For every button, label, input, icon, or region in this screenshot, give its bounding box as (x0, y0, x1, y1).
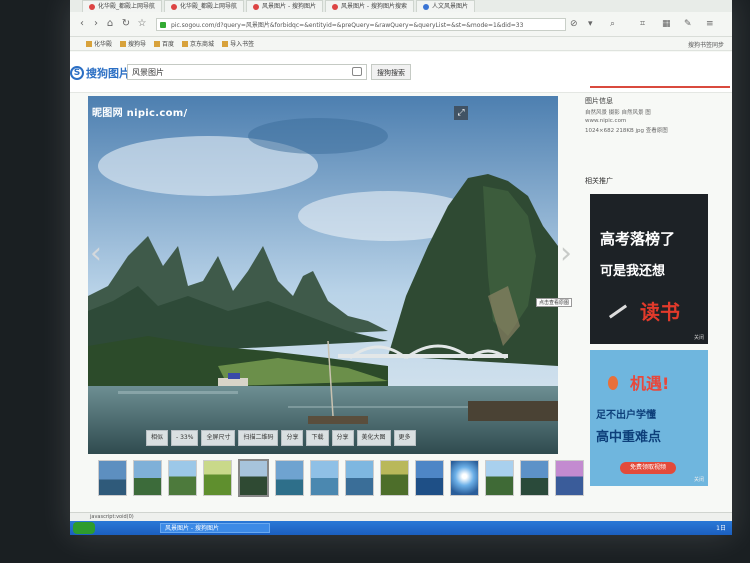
ad1-line1: 高考落榜了 (600, 230, 676, 248)
bookmark-item[interactable]: 化华殿 (86, 39, 112, 48)
taskbar-window-button[interactable]: 风景图片 - 搜狗图片 (160, 523, 270, 533)
address-toolbar: ‹ › ⌂ ↻ ☆ pic.sogou.com/d?query=风景图片&for… (70, 12, 732, 37)
start-button[interactable] (73, 522, 95, 534)
pen-icon (608, 304, 628, 319)
thumbnail[interactable] (415, 460, 444, 496)
thumbnail[interactable] (520, 460, 549, 496)
tab-favicon-icon (423, 4, 429, 10)
folder-icon (182, 40, 189, 47)
forward-icon[interactable]: › (90, 18, 102, 30)
refresh-icon[interactable]: ↻ (120, 18, 132, 30)
more-button[interactable]: 更多 (393, 430, 416, 446)
browser-window: 化华殿_都殿上网导航 化华殿_都殿上网导航 风景图片 - 搜狗图片 风景图片 -… (70, 0, 732, 535)
image-info-title: 图片信息 (585, 97, 613, 105)
home-icon[interactable]: ⌂ (104, 18, 116, 30)
image-action-bar: 相似 - 33% 全屏尺寸 扫描二维码 分享 下载 分享 美化大图 更多 (146, 430, 416, 446)
thumbnail[interactable] (275, 460, 304, 496)
fullscreen-icon[interactable]: ⤢ (454, 106, 468, 120)
thumbnail[interactable] (133, 460, 162, 496)
search-input[interactable]: 风景图片 (127, 64, 367, 80)
favorites-icon[interactable]: ☆ (136, 18, 148, 30)
bookmark-sync-link[interactable]: 搜狗书签同步 (688, 40, 724, 49)
bookmark-item[interactable]: 京东商城 (182, 39, 214, 48)
bookmark-item[interactable]: 搜狗导 (120, 39, 146, 48)
tab-favicon-icon (332, 4, 339, 10)
ad-filter-icon[interactable]: ⊘ (570, 19, 578, 29)
dropdown-icon[interactable]: ▾ (588, 19, 593, 29)
fullsize-button[interactable]: 全屏尺寸 (201, 430, 236, 446)
ad-banner-2[interactable]: 机遇! 足不出户学懂 高中重难点 免费领取视频 关闭 (590, 350, 708, 486)
thumbnail-strip (98, 459, 584, 497)
similar-button[interactable]: 相似 (146, 430, 169, 446)
tools-icon[interactable]: ✎ (684, 19, 692, 29)
folder-icon (222, 40, 229, 47)
taskbar: 风景图片 - 搜狗图片 1日 (70, 521, 732, 535)
folder-icon (86, 40, 92, 47)
search-button[interactable]: 搜狗搜索 (371, 64, 411, 80)
thumbnail[interactable] (450, 460, 479, 496)
ad-close[interactable]: 关闭 (694, 476, 704, 483)
thumbnail[interactable] (168, 460, 197, 496)
ad2-line1: 机遇! (630, 374, 670, 393)
thumbnail[interactable] (310, 460, 339, 496)
tab-favicon-icon (171, 4, 178, 10)
camera-icon[interactable] (352, 67, 362, 76)
watermark-text: 昵图网 nipic.com/ (92, 108, 188, 119)
ad1-line2: 可是我还想 (600, 264, 666, 279)
status-bar: javascript:void(0) (70, 512, 732, 521)
ad2-line2: 足不出户学懂 (596, 410, 656, 421)
right-sidebar: 图片信息 自然风景 摄影 自然风景 图 www.nipic.com 1024×6… (585, 96, 730, 516)
share-button-2[interactable]: 分享 (331, 430, 354, 446)
thumbnail[interactable] (555, 460, 584, 496)
secure-icon (160, 22, 166, 28)
ad2-line3: 高中重难点 (596, 430, 662, 445)
download-button[interactable]: 下载 (306, 430, 329, 446)
sogou-s-icon: S (70, 66, 84, 80)
thumbnail[interactable] (98, 460, 127, 496)
thumbnail-selected[interactable] (238, 459, 269, 497)
zoom-button[interactable]: - 33% (171, 430, 199, 446)
qrcode-button[interactable]: 扫描二维码 (238, 430, 279, 446)
prev-arrow-icon[interactable]: ‹ (90, 236, 102, 271)
search-icon[interactable]: ⌕ (610, 19, 615, 29)
ad1-line3: 读书 (640, 300, 680, 324)
sogou-logo[interactable]: S 搜狗图片 (70, 65, 130, 81)
beautify-button[interactable]: 美化大图 (356, 430, 391, 446)
balloon-icon (608, 376, 618, 390)
taskbar-clock: 1日 (716, 525, 726, 532)
tab-favicon-icon (253, 4, 260, 10)
bookmark-item[interactable]: 导入书签 (222, 39, 254, 48)
logo-text: 搜狗图片 (86, 67, 130, 80)
image-source[interactable]: www.nipic.com (585, 118, 730, 124)
bookmarks-bar: 化华殿 搜狗导 百度 京东商城 导入书签 (70, 37, 732, 51)
view-original-tooltip: 点击查看原图 (536, 298, 573, 307)
thumbnail[interactable] (203, 460, 232, 496)
tab-favicon-icon (89, 4, 95, 10)
thumbnail[interactable] (345, 460, 374, 496)
free-video-button[interactable]: 免费领取视频 (620, 462, 676, 474)
folder-icon (154, 40, 161, 47)
url-text: pic.sogou.com/d?query=风景图片&forbidqc=&ent… (171, 22, 524, 29)
bookmark-item[interactable]: 百度 (154, 39, 174, 48)
landscape-photo (88, 96, 558, 454)
thumbnail[interactable] (380, 460, 409, 496)
image-tags[interactable]: 自然风景 摄影 自然风景 图 (585, 108, 730, 116)
cart-icon[interactable]: ⌗ (640, 19, 645, 29)
tab-underline (590, 86, 730, 88)
main-image[interactable]: 昵图网 nipic.com/ ⤢ ‹ (88, 96, 558, 454)
promo-title: 相关推广 (585, 177, 613, 185)
folder-icon (120, 40, 127, 47)
next-arrow-icon[interactable]: › (560, 236, 572, 271)
tab-strip: 化华殿_都殿上网导航 化华殿_都殿上网导航 风景图片 - 搜狗图片 风景图片 -… (70, 0, 732, 13)
address-input[interactable]: pic.sogou.com/d?query=风景图片&forbidqc=&ent… (156, 18, 566, 31)
image-meta[interactable]: 1024×682 218KB jpg 查看原图 (585, 126, 730, 134)
apps-icon[interactable]: ▦ (662, 19, 671, 29)
ad-close[interactable]: 关闭 (694, 334, 704, 341)
back-icon[interactable]: ‹ (76, 18, 88, 30)
share-button[interactable]: 分享 (281, 430, 304, 446)
menu-icon[interactable]: ≡ (706, 19, 714, 29)
ad-banner-1[interactable]: 高考落榜了 可是我还想 读书 关闭 (590, 194, 708, 344)
thumbnail[interactable] (485, 460, 514, 496)
